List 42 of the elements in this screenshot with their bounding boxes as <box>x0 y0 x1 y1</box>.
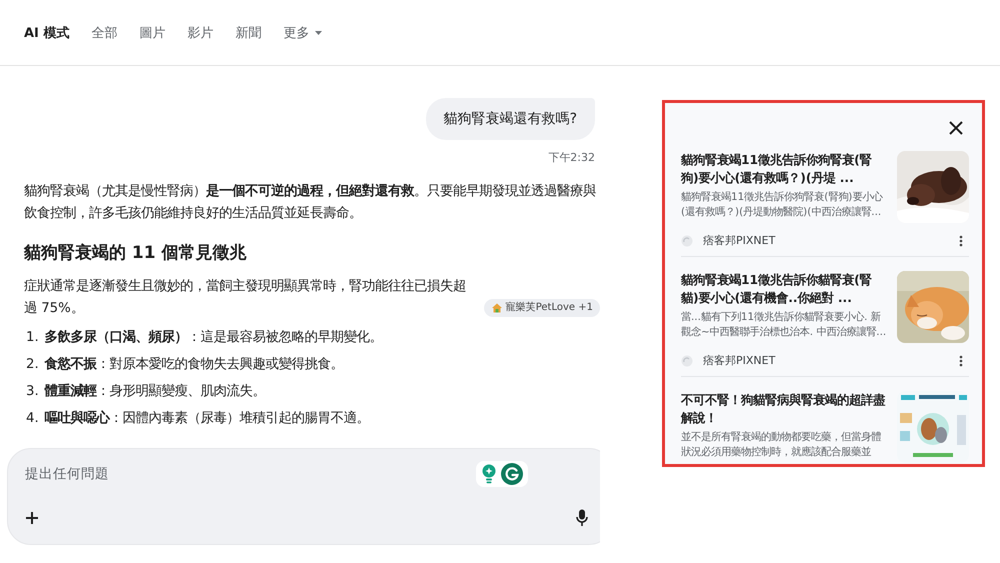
list-number: 2. <box>26 356 39 374</box>
g-logo-icon <box>501 463 523 485</box>
list-item: 多飲多尿（口渴、頻尿）：這是最容易被忽略的早期變化。 <box>44 328 383 347</box>
nav-tab[interactable]: 影片 <box>187 24 214 42</box>
site-icon <box>681 354 693 366</box>
list-number: 1. <box>26 329 39 347</box>
source-title[interactable]: 貓狗腎衰竭11徵兆告訴你狗腎衰(腎狗)要小心(還有救嗎？)(丹堤 ... <box>681 151 889 187</box>
answer-paragraph: 症狀通常是逐漸發生且微妙的，當飼主發現明顯異常時，腎功能往往已損失超過 75%。 <box>24 278 467 318</box>
answer-paragraph: 貓狗腎衰竭（尤其是慢性腎病）是一個不可逆的過程，但絕對還有救。只要能早期發現並透過醫療與飲食控制，許多毛孩仍能維持良好的生活品質並延長壽命。 <box>24 182 597 223</box>
caret-icon <box>315 30 322 34</box>
microphone-icon[interactable] <box>576 509 588 527</box>
more-options-icon[interactable] <box>959 354 963 366</box>
answer-heading: 貓狗腎衰竭的 11 個常見徵兆 <box>24 242 248 264</box>
extension-badge[interactable] <box>476 461 528 487</box>
nav-tab[interactable]: 全部 <box>91 24 118 42</box>
question-field[interactable]: 提出任何問題 <box>7 448 600 545</box>
close-icon[interactable] <box>949 121 963 135</box>
more-options-icon[interactable] <box>959 234 963 246</box>
source-snippet: 並不是所有腎衰竭的動物都要吃藥，但當身體狀況必須用藥物控制時，就應該配合服藥並 <box>681 430 882 460</box>
list-item: 食慾不振：對原本愛吃的食物失去興趣或變得挑食。 <box>44 356 344 374</box>
source-name: 痞客邦PIXNET <box>703 353 776 368</box>
source-title[interactable]: 不可不腎！狗貓腎病與腎衰竭的超詳盡解說！ <box>681 391 889 427</box>
plus-icon[interactable] <box>25 511 39 525</box>
source-name: 痞客邦PIXNET <box>703 233 776 248</box>
nav-tab[interactable]: 新聞 <box>235 24 262 42</box>
source-snippet: 當...貓有下列11徵兆告訴你貓腎衰要小心. 新觀念~中西醫聯手治標也治本. 中西治療讓腎... <box>681 310 888 340</box>
source-title[interactable]: 貓狗腎衰竭11徵兆告訴你貓腎衰(腎貓)要小心(還有機會..你絕對 ... <box>681 271 889 307</box>
nav-tab[interactable]: 圖片 <box>139 24 166 42</box>
user-message: 貓狗腎衰竭還有救嗎? <box>426 98 595 140</box>
list-number: 3. <box>26 383 39 401</box>
nav-tab[interactable]: AI 模式 <box>24 24 70 42</box>
list-number: 4. <box>26 410 39 428</box>
source-snippet: 貓狗腎衰竭11徵兆告訴你狗腎衰(腎狗)要小心(還有救嗎？)(丹堤動物醫院)(中西治療讓腎... <box>681 190 884 220</box>
lightbulb-icon <box>481 464 497 484</box>
site-icon <box>681 234 693 246</box>
list-item: 體重減輕：身形明顯變瘦、肌肉流失。 <box>44 382 266 401</box>
source-chip[interactable]: 寵樂芙PetLove +1 <box>484 299 600 317</box>
nav-tab[interactable]: 更多 <box>283 24 322 42</box>
message-time: 下午2:32 <box>548 150 595 165</box>
question-placeholder: 提出任何問題 <box>25 465 109 483</box>
list-item: 嘔吐與噁心：因體內毒素（尿毒）堆積引起的腸胃不適。 <box>44 409 370 428</box>
house-icon <box>490 302 503 314</box>
